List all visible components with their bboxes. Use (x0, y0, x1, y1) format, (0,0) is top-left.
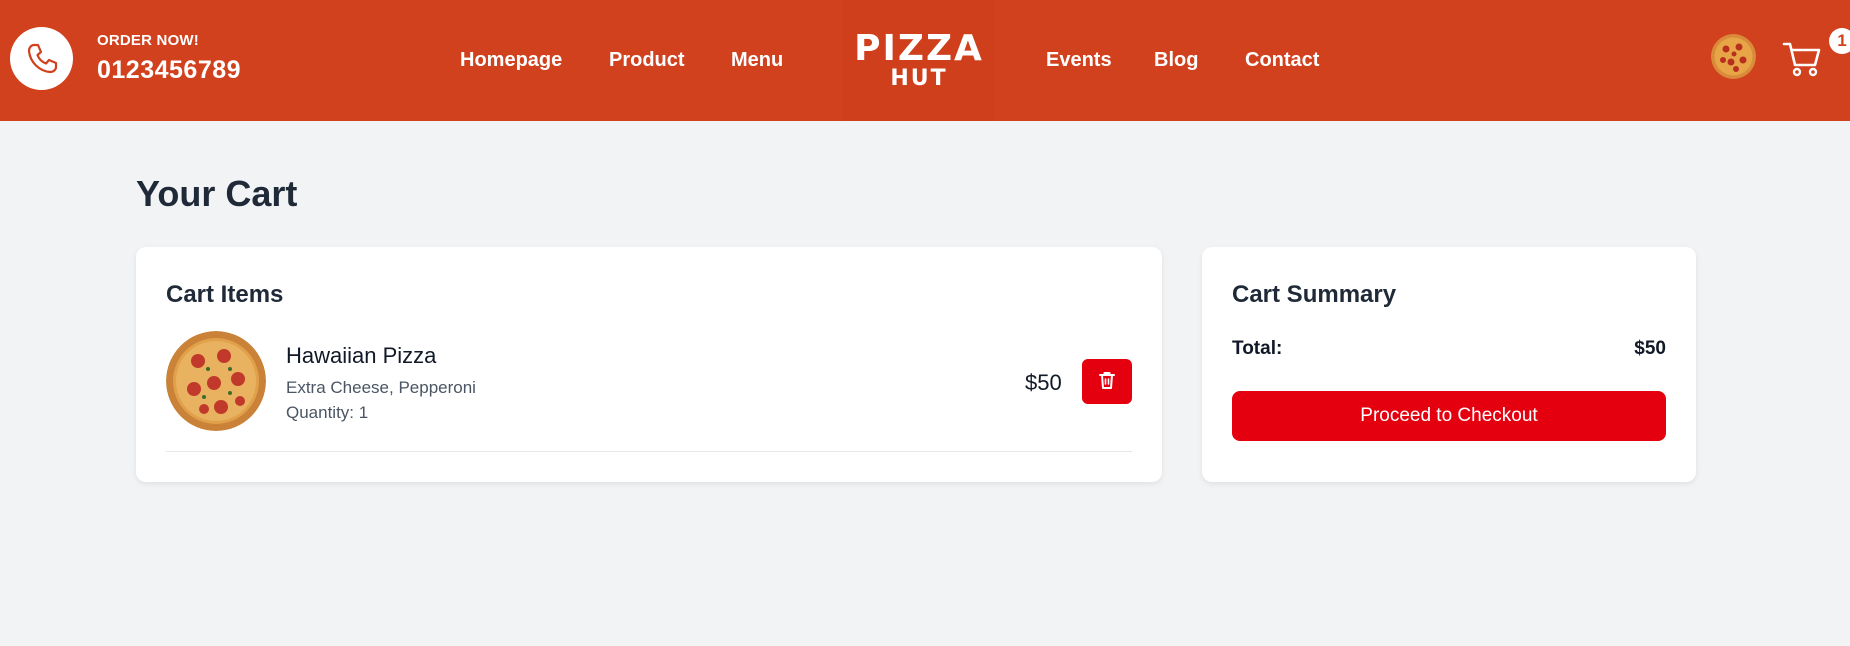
trash-icon (1098, 370, 1116, 393)
cart-count-badge: 1 (1829, 28, 1850, 54)
cart-summary-title: Cart Summary (1232, 281, 1397, 308)
nav-link-events[interactable]: Events (1046, 49, 1112, 72)
nav-link-menu[interactable]: Menu (731, 49, 783, 72)
order-phone-number: 0123456789 (97, 56, 242, 84)
cart-count: 1 (1837, 31, 1847, 50)
item-name: Hawaiian Pizza (286, 343, 437, 368)
item-options: Extra Cheese, Pepperoni (286, 378, 476, 397)
brand-logo[interactable]: PIZZA HUT (843, 0, 995, 121)
cart-items-card: Cart Items Hawaiian Pizza Extra Cheese, … (136, 247, 1162, 482)
cart-items-title: Cart Items (166, 281, 284, 308)
logo-line2: HUT (890, 65, 948, 91)
page-title: Your Cart (136, 173, 298, 214)
item-quantity: Quantity: 1 (286, 403, 369, 422)
order-now-label: ORDER NOW! (97, 32, 199, 49)
nav-link-contact[interactable]: Contact (1245, 49, 1319, 72)
nav-link-product[interactable]: Product (609, 49, 685, 72)
user-avatar[interactable] (1711, 34, 1756, 79)
cart-summary-card: Cart Summary Total: $50 Proceed to Check… (1202, 247, 1696, 482)
nav-link-blog[interactable]: Blog (1154, 49, 1198, 72)
phone-icon[interactable] (10, 27, 73, 90)
pizza-image (166, 331, 266, 431)
proceed-to-checkout-button[interactable]: Proceed to Checkout (1232, 391, 1666, 441)
cart-icon[interactable] (1782, 38, 1822, 78)
item-divider (166, 451, 1132, 452)
item-price: $50 (1025, 370, 1062, 395)
total-value: $50 (1634, 338, 1666, 359)
logo-line1: PIZZA (854, 27, 984, 69)
top-navbar: ORDER NOW! 0123456789 Homepage Product M… (0, 0, 1850, 121)
remove-item-button[interactable] (1082, 359, 1132, 404)
total-label: Total: (1232, 338, 1283, 359)
nav-link-homepage[interactable]: Homepage (460, 49, 562, 72)
